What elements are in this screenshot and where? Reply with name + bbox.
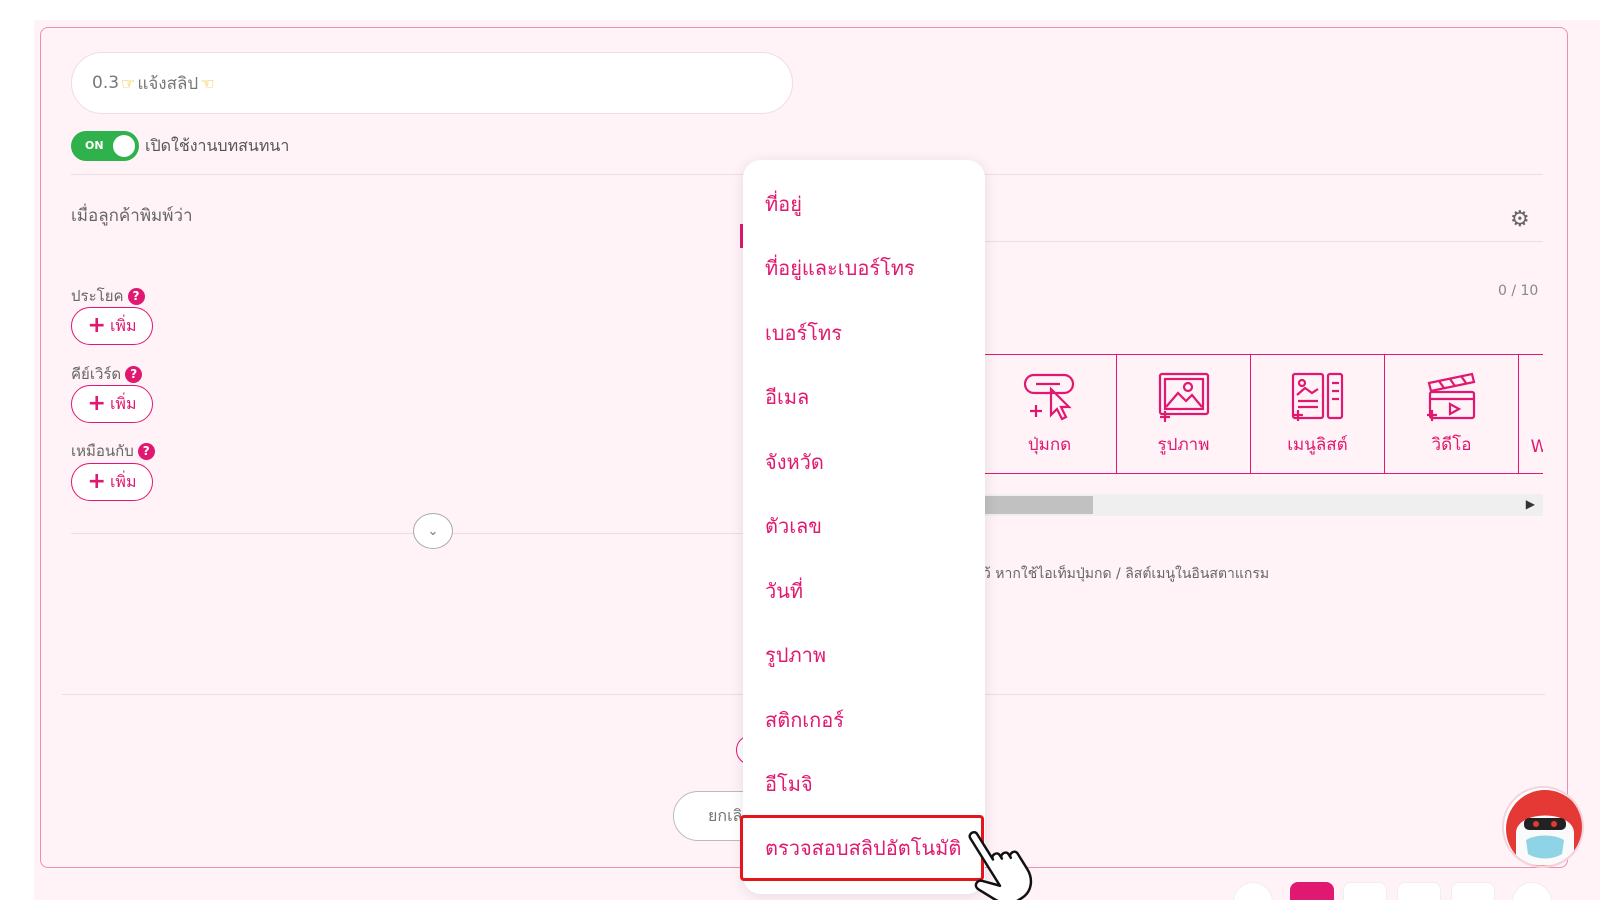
- dropdown-item-email[interactable]: อีเมล: [765, 381, 809, 413]
- scroll-right-icon[interactable]: ▶: [1526, 497, 1535, 511]
- tiles-scrollbar[interactable]: ▶: [983, 494, 1543, 516]
- dropdown-item-address-phone[interactable]: ที่อยู่และเบอร์โทร: [765, 252, 915, 284]
- toggle-label: เปิดใช้งานบทสนทนา: [145, 136, 290, 155]
- dropdown-item-province[interactable]: จังหวัด: [765, 446, 824, 478]
- toggle-knob: [113, 135, 135, 157]
- menu-list-icon: [1291, 372, 1343, 421]
- tile-partial[interactable]: W: [1519, 355, 1543, 473]
- intent-title-text: แจ้งสลิป: [137, 73, 199, 94]
- tile-label: ปุ่มกด: [1027, 434, 1072, 455]
- chatbot-avatar[interactable]: [1502, 786, 1584, 868]
- dropdown-item-phone[interactable]: เบอร์โทร: [765, 317, 842, 349]
- intent-number: 0.3: [92, 73, 120, 93]
- help-icon[interactable]: ?: [127, 288, 145, 305]
- section-label-text: ประโยค: [71, 287, 124, 305]
- intent-title-input[interactable]: 0.3 ☞ แจ้งสลิป ☜: [71, 52, 793, 114]
- expand-chevron-button[interactable]: ⌄: [413, 513, 453, 549]
- image-icon: [1158, 372, 1209, 422]
- pager-page-active[interactable]: [1290, 882, 1334, 900]
- section-label-text: คีย์เวิร์ด: [71, 365, 122, 383]
- plus-icon: +: [87, 391, 106, 416]
- dropdown-item-emoji[interactable]: อีโมจิ: [765, 768, 813, 800]
- enable-conversation-toggle[interactable]: ON: [71, 131, 139, 161]
- dropdown-item-sticker[interactable]: สติกเกอร์: [765, 704, 844, 736]
- dropdown-item-date[interactable]: วันที่: [765, 575, 803, 607]
- pager-page[interactable]: [1451, 882, 1495, 900]
- plus-icon: +: [87, 469, 106, 494]
- divider: [71, 533, 743, 534]
- add-label: เพิ่ม: [109, 471, 137, 491]
- section-label-text: เหมือนกับ: [71, 442, 134, 460]
- tile-menu-list[interactable]: เมนูลิสต์: [1251, 355, 1385, 473]
- tile-label: เมนูลิสต์: [1287, 434, 1348, 455]
- scrollbar-thumb[interactable]: [983, 496, 1093, 514]
- hand-cursor-icon: [968, 831, 1033, 900]
- add-sentence-button[interactable]: + เพิ่ม: [71, 307, 153, 345]
- canvas: 0.3 ☞ แจ้งสลิป ☜ ON เปิดใช้งานบทสนทนา เม…: [0, 0, 1600, 900]
- tile-button[interactable]: ปุ่มกด: [983, 355, 1117, 473]
- section-label-similar: เหมือนกับ?: [71, 439, 155, 463]
- answer-type-dropdown: ที่อยู่ ที่อยู่และเบอร์โทร เบอร์โทร อีเม…: [740, 160, 985, 894]
- tile-label: รูปภาพ: [1157, 434, 1210, 455]
- pointing-right-icon: ☞: [121, 73, 136, 93]
- add-label: เพิ่ม: [109, 393, 137, 413]
- help-icon[interactable]: ?: [125, 366, 143, 383]
- section-label-sentence: ประโยค?: [71, 284, 145, 308]
- section-label-keyword: คีย์เวิร์ด?: [71, 362, 143, 386]
- video-clapper-icon: [1426, 372, 1475, 421]
- plus-icon: +: [87, 313, 106, 338]
- response-type-tiles: ปุ่มกด รูปภาพ เมนูลิสต์ วิดีโอ: [983, 354, 1543, 474]
- help-icon[interactable]: ?: [137, 443, 155, 460]
- pointing-left-icon: ☜: [200, 73, 215, 93]
- dropdown-item-auto-slip-check[interactable]: ตรวจสอบสลิปอัตโนมัติ: [740, 815, 984, 881]
- add-label: เพิ่ม: [109, 315, 137, 335]
- tile-video[interactable]: วิดีโอ: [1385, 355, 1519, 473]
- dropdown-item-address[interactable]: ที่อยู่: [765, 188, 802, 220]
- dropdown-item-number[interactable]: ตัวเลข: [765, 510, 822, 542]
- add-similar-button[interactable]: + เพิ่ม: [71, 463, 153, 501]
- tile-label: วิดีโอ: [1431, 434, 1472, 455]
- pager-page[interactable]: [1343, 882, 1387, 900]
- instagram-hint: ว้ หากใช้ไอเท็มปุ่มกด / ลิสต์เมนูในอินสต…: [983, 566, 1270, 582]
- tile-label: W: [1531, 437, 1543, 457]
- divider: [983, 241, 1543, 242]
- add-keyword-button[interactable]: + เพิ่ม: [71, 385, 153, 423]
- pager-page[interactable]: [1397, 882, 1441, 900]
- toggle-state: ON: [85, 139, 104, 152]
- gear-icon[interactable]: ⚙: [1510, 207, 1530, 232]
- dropdown-item-image[interactable]: รูปภาพ: [765, 639, 826, 671]
- button-cursor-icon: [1023, 373, 1074, 420]
- response-counter: 0 / 10: [1498, 283, 1539, 299]
- tile-image[interactable]: รูปภาพ: [1117, 355, 1251, 473]
- chevron-down-icon: ⌄: [427, 523, 439, 539]
- customer-says-heading: เมื่อลูกค้าพิมพ์ว่า: [71, 206, 193, 226]
